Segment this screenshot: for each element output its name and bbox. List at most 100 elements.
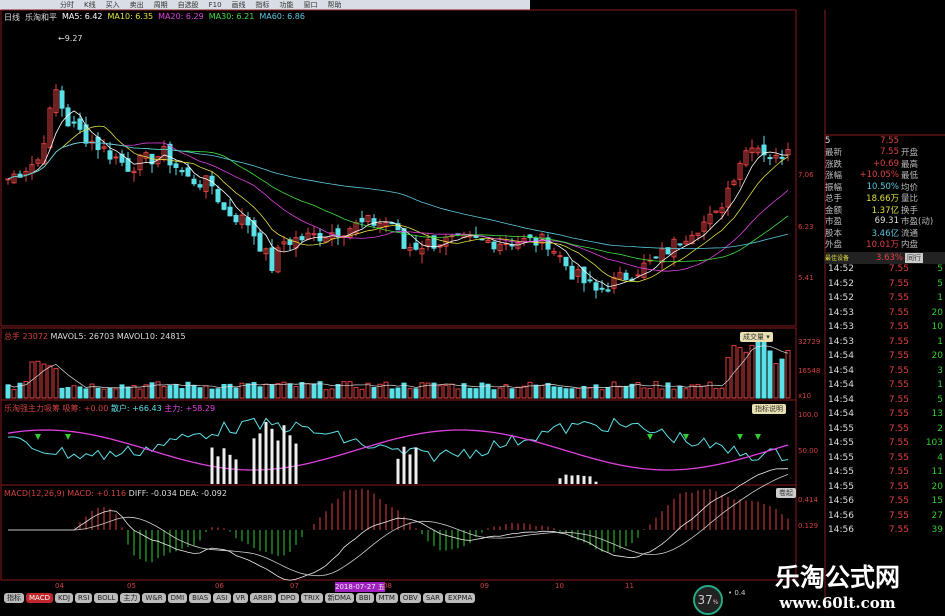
volume-dropdown[interactable]: 成交量 ▾	[740, 332, 773, 342]
tick-row: 14:55 7.55 20	[828, 480, 945, 495]
volume-bar	[407, 388, 413, 399]
tab-expma[interactable]: EXPMA	[445, 593, 476, 603]
volume-bar	[479, 382, 485, 399]
tab-指标[interactable]: 指标	[4, 593, 24, 603]
tab-arbr[interactable]: ARBR	[250, 593, 276, 603]
tab-boll[interactable]: BOLL	[94, 593, 119, 603]
tab-新dma[interactable]: 新DMA	[324, 593, 354, 603]
candlestick	[167, 143, 173, 166]
tab-bbi[interactable]: BBI	[355, 593, 374, 603]
volume-bar	[647, 388, 653, 399]
volume-bar	[743, 351, 749, 399]
tick-row: 14:54 7.55 13	[828, 407, 945, 422]
volume-legend: 总手 23072 MAVOL5: 26703 MAVOL10: 24815	[4, 331, 186, 342]
tab-asi[interactable]: ASI	[213, 593, 231, 603]
tick-time: 14:53	[828, 307, 854, 318]
indicator-help-button[interactable]: 指标说明	[752, 404, 786, 414]
quote-row: 涨跌 +0.69 最高	[825, 158, 945, 170]
quote-label-right: 内盘	[901, 240, 919, 251]
volume-bar	[569, 388, 575, 399]
collapse-button[interactable]: 卷起	[776, 488, 796, 498]
net-speed: • 0.4	[728, 589, 746, 597]
tab-rsi[interactable]: RSI	[75, 593, 93, 603]
volume-bar	[323, 389, 329, 399]
volume-bar	[335, 383, 341, 399]
volume-bar	[245, 383, 251, 399]
tick-volume: 3	[937, 365, 943, 376]
volume-bar	[473, 388, 479, 399]
tick-price: 7.55	[888, 336, 909, 347]
volume-value: 23072	[22, 332, 48, 341]
tick-row: 14:53 7.55 10	[828, 320, 945, 335]
mavol5-line	[7, 345, 789, 389]
ma60-line	[7, 142, 789, 250]
tick-volume: 5	[937, 264, 943, 275]
volume-bar	[557, 386, 563, 399]
macd-legend: MACD(12,26,9) MACD: +0.116 DIFF: -0.034 …	[4, 489, 227, 498]
candlestick	[635, 274, 641, 277]
volume-bar	[389, 388, 395, 399]
candlestick	[653, 256, 659, 259]
indicator-value-2: 散户: +66.43	[110, 404, 162, 413]
candlestick	[677, 243, 683, 246]
quote-label-right: 最低	[901, 171, 919, 182]
quote-label-right: 开盘	[901, 148, 919, 159]
tab-macd[interactable]: MACD	[26, 593, 53, 603]
tab-mtm[interactable]: MTM	[375, 593, 398, 603]
tick-price: 7.55	[888, 409, 909, 420]
cpu-value: 37	[697, 593, 713, 607]
volume-bar	[371, 386, 377, 399]
macd-label: MACD(12,26,9) MACD: +0.116	[4, 489, 127, 498]
accumulation-bar	[594, 481, 598, 484]
volume-bar	[719, 387, 725, 399]
quote-label-right: 市盈(动)	[901, 217, 934, 228]
tick-volume: 4	[937, 452, 943, 463]
volume-bar	[761, 341, 767, 399]
panel-frame	[0, 484, 797, 581]
accumulation-bar	[564, 474, 568, 484]
quote-row: 外盘 10.01万 内盘	[825, 239, 945, 251]
accumulation-bar	[558, 478, 562, 484]
chart-canvas[interactable]	[0, 0, 945, 609]
macd-diff: DIFF: -0.034	[128, 489, 177, 498]
volume-bar	[233, 387, 239, 399]
watermark-title: 乐淘公式网	[775, 563, 901, 592]
volume-bar	[545, 382, 551, 399]
tab-vr[interactable]: VR	[232, 593, 249, 603]
volume-bar	[467, 387, 473, 399]
retail-line	[7, 417, 789, 463]
tick-price: 7.55	[888, 496, 909, 507]
tab-bias[interactable]: BIAS	[189, 593, 212, 603]
volume-bar	[707, 381, 713, 399]
volume-bar	[77, 386, 83, 399]
tick-price: 7.55	[888, 322, 909, 333]
tab-obv[interactable]: OBV	[399, 593, 421, 603]
volume-bar	[521, 385, 527, 399]
cpu-gauge: 37%	[693, 585, 723, 615]
volume-bar	[167, 385, 173, 399]
tick-list[interactable]: 14:52 7.55 5 14:52 7.55 5 14:52 7.55 1 14:53 7.55 2…	[828, 262, 945, 538]
quote-label: 总手	[825, 194, 843, 205]
volume-bar	[485, 383, 491, 399]
volume-bar	[755, 340, 761, 399]
quote-value: +10.05%	[859, 170, 899, 181]
candlestick	[197, 184, 203, 188]
quote-label-right: 均价	[901, 182, 919, 193]
date-label: 09	[480, 582, 489, 590]
volume-bar	[653, 381, 659, 399]
tab-主力[interactable]: 主力	[120, 593, 141, 603]
accumulation-bar	[588, 476, 592, 484]
volume-bar	[539, 384, 545, 399]
tick-price: 7.55	[888, 351, 909, 362]
accumulation-bar	[216, 456, 220, 484]
tab-dpo[interactable]: DPO	[277, 593, 299, 603]
tab-dmi[interactable]: DMI	[167, 593, 188, 603]
tab-w&r[interactable]: W&R	[142, 593, 166, 603]
quote-row: 市盈 69.31 市盈(动)	[825, 216, 945, 228]
candlestick	[113, 156, 119, 159]
tick-time: 14:55	[828, 438, 854, 449]
tab-sar[interactable]: SAR	[422, 593, 444, 603]
tab-trix[interactable]: TRIX	[300, 593, 323, 603]
tab-kdj[interactable]: KDJ	[54, 593, 74, 603]
ma20-line	[7, 142, 789, 272]
